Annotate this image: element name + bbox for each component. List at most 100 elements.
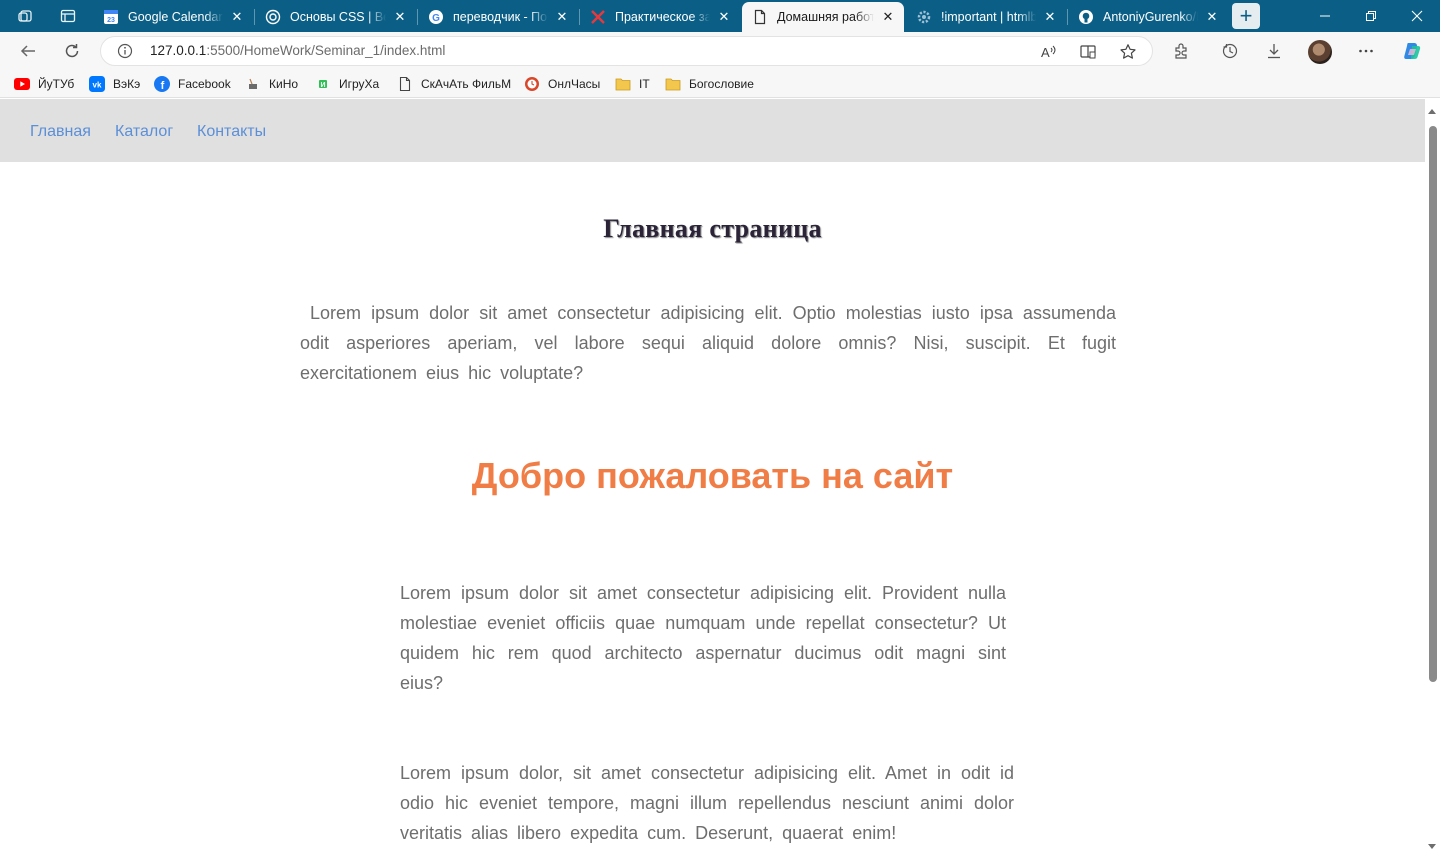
content-paragraph: Lorem ipsum dolor, sit amet consectetur … bbox=[400, 763, 1014, 843]
film-icon bbox=[245, 76, 261, 92]
close-window-icon[interactable] bbox=[1394, 0, 1440, 32]
bookmark-label: ИгруХа bbox=[339, 77, 380, 91]
svg-text:A: A bbox=[1041, 45, 1050, 60]
svg-text:И: И bbox=[320, 82, 325, 89]
folder-icon bbox=[665, 76, 681, 92]
vk-icon: vk bbox=[89, 76, 105, 92]
profile-avatar[interactable] bbox=[1308, 40, 1332, 64]
svg-text:f: f bbox=[161, 80, 165, 92]
clock-icon bbox=[524, 76, 540, 92]
workspaces-icon[interactable] bbox=[6, 2, 46, 30]
github-icon bbox=[1078, 9, 1094, 25]
tab-title: Google Calendar - bbox=[128, 10, 223, 24]
more-options-icon[interactable] bbox=[1351, 37, 1381, 65]
bookmark-label: КиНо bbox=[269, 77, 299, 91]
scroll-down-arrow[interactable] bbox=[1428, 844, 1436, 849]
intro-paragraph: Lorem ipsum dolor sit amet consectetur a… bbox=[300, 303, 1116, 383]
welcome-heading: Добро пожаловать на сайт bbox=[471, 455, 954, 496]
restore-icon[interactable] bbox=[1348, 0, 1394, 32]
address-bar[interactable]: 127.0.0.1:5500/HomeWork/Seminar_1/index.… bbox=[100, 36, 1153, 66]
youtube-icon bbox=[14, 76, 30, 92]
bookmark-kino[interactable]: КиНо bbox=[245, 76, 298, 92]
url-host: 127.0.0.1 bbox=[150, 43, 207, 58]
svg-text:vk: vk bbox=[93, 81, 102, 90]
tab-title: переводчик - Пои bbox=[453, 10, 548, 24]
close-tab-icon[interactable]: ✕ bbox=[1042, 9, 1058, 25]
close-tab-icon[interactable]: ✕ bbox=[880, 9, 896, 25]
bookmark-vk[interactable]: vk ВэКэ bbox=[89, 76, 140, 92]
tab-translator[interactable]: G переводчик - Пои ✕ bbox=[418, 2, 578, 32]
close-tab-icon[interactable]: ✕ bbox=[554, 9, 570, 25]
bookmark-skachat-film[interactable]: СкАчАть ФильМ bbox=[397, 76, 511, 92]
tab-actions-icon[interactable] bbox=[48, 2, 88, 30]
bookmark-igruha[interactable]: И ИгруХа bbox=[315, 76, 379, 92]
url-path: :5500/HomeWork/Seminar_1/index.html bbox=[206, 43, 446, 58]
immersive-reader-icon[interactable] bbox=[1077, 41, 1099, 63]
page-title: Главная страница bbox=[603, 214, 822, 243]
new-tab-button[interactable]: + bbox=[1232, 3, 1260, 29]
read-aloud-icon[interactable]: A bbox=[1037, 41, 1059, 63]
tab-practical-task[interactable]: Практическое зад ✕ bbox=[580, 2, 740, 32]
downloads-icon[interactable] bbox=[1259, 37, 1289, 65]
reload-button[interactable] bbox=[57, 37, 87, 65]
tab-google-calendar[interactable]: 23 Google Calendar - ✕ bbox=[93, 2, 253, 32]
minimize-icon[interactable] bbox=[1302, 0, 1348, 32]
folder-icon bbox=[615, 76, 631, 92]
red-cross-icon bbox=[590, 9, 606, 25]
page-viewport: Главная Каталог Контакты Главная страниц… bbox=[0, 99, 1425, 860]
close-tab-icon[interactable]: ✕ bbox=[229, 9, 245, 25]
back-button[interactable] bbox=[13, 37, 43, 65]
tab-title: AntoniyGurenko/H bbox=[1103, 10, 1198, 24]
svg-text:23: 23 bbox=[107, 17, 115, 24]
scrollbar-thumb[interactable] bbox=[1429, 126, 1437, 682]
gear-icon bbox=[916, 9, 932, 25]
bookmark-label: ОнлЧасы bbox=[548, 77, 601, 91]
address-toolbar: 127.0.0.1:5500/HomeWork/Seminar_1/index.… bbox=[0, 32, 1440, 70]
bookmark-onlchasy[interactable]: ОнлЧасы bbox=[524, 76, 600, 92]
copilot-icon[interactable] bbox=[1398, 37, 1428, 65]
nav-link-catalog[interactable]: Каталог bbox=[115, 123, 173, 141]
bookmark-label: СкАчАть ФильМ bbox=[421, 77, 512, 91]
page-icon bbox=[397, 76, 413, 92]
bookmark-folder-it[interactable]: IT bbox=[615, 76, 650, 92]
bookmark-label: ЙуТУб bbox=[38, 77, 75, 91]
google-calendar-icon: 23 bbox=[103, 9, 119, 25]
bookmark-facebook[interactable]: f Facebook bbox=[154, 76, 231, 92]
tab-title: Домашняя работа bbox=[777, 10, 874, 24]
bookmark-label: IT bbox=[639, 77, 650, 91]
site-info-icon[interactable] bbox=[117, 43, 133, 59]
document-icon bbox=[752, 9, 768, 25]
facebook-icon: f bbox=[154, 76, 170, 92]
favorite-star-icon[interactable] bbox=[1117, 41, 1139, 63]
tab-css-basics[interactable]: Основы CSS | Веб ✕ bbox=[255, 2, 416, 32]
tab-title: Основы CSS | Веб bbox=[290, 10, 386, 24]
page-scrollbar[interactable] bbox=[1425, 99, 1440, 860]
bookmark-label: ВэКэ bbox=[113, 77, 141, 91]
url-text[interactable]: 127.0.0.1:5500/HomeWork/Seminar_1/index.… bbox=[150, 43, 445, 58]
nav-link-contacts[interactable]: Контакты bbox=[197, 123, 266, 141]
content-paragraph: Lorem ipsum dolor sit amet consectetur a… bbox=[400, 583, 1006, 693]
svg-text:G: G bbox=[432, 13, 440, 24]
bookmark-youtube[interactable]: ЙуТУб bbox=[14, 76, 74, 92]
bookmarks-bar: ЙуТУб vk ВэКэ f Facebook КиНо И ИгруХа С… bbox=[0, 70, 1440, 98]
bookmark-folder-bogoslovie[interactable]: Богословие bbox=[665, 76, 754, 92]
bookmark-label: Богословие bbox=[689, 77, 754, 91]
tab-github[interactable]: AntoniyGurenko/H ✕ bbox=[1068, 2, 1228, 32]
tab-title: !important | htmlb bbox=[941, 10, 1036, 24]
scroll-up-arrow[interactable] bbox=[1428, 109, 1436, 114]
tab-important-htmlbook[interactable]: !important | htmlb ✕ bbox=[906, 2, 1066, 32]
site-nav: Главная Каталог Контакты bbox=[0, 99, 1425, 162]
tab-homework-active[interactable]: Домашняя работа ✕ bbox=[742, 2, 904, 32]
extensions-icon[interactable] bbox=[1166, 37, 1196, 65]
tab-strip: 23 Google Calendar - ✕ Основы CSS | Веб … bbox=[0, 0, 1440, 32]
game-icon: И bbox=[315, 76, 331, 92]
close-tab-icon[interactable]: ✕ bbox=[716, 9, 732, 25]
nav-link-home[interactable]: Главная bbox=[30, 123, 91, 141]
close-tab-icon[interactable]: ✕ bbox=[1204, 9, 1220, 25]
history-icon[interactable] bbox=[1215, 37, 1245, 65]
bookmark-label: Facebook bbox=[178, 77, 231, 91]
google-icon: G bbox=[428, 9, 444, 25]
tab-title: Практическое зад bbox=[615, 10, 710, 24]
chatgpt-icon bbox=[265, 9, 281, 25]
close-tab-icon[interactable]: ✕ bbox=[392, 9, 408, 25]
